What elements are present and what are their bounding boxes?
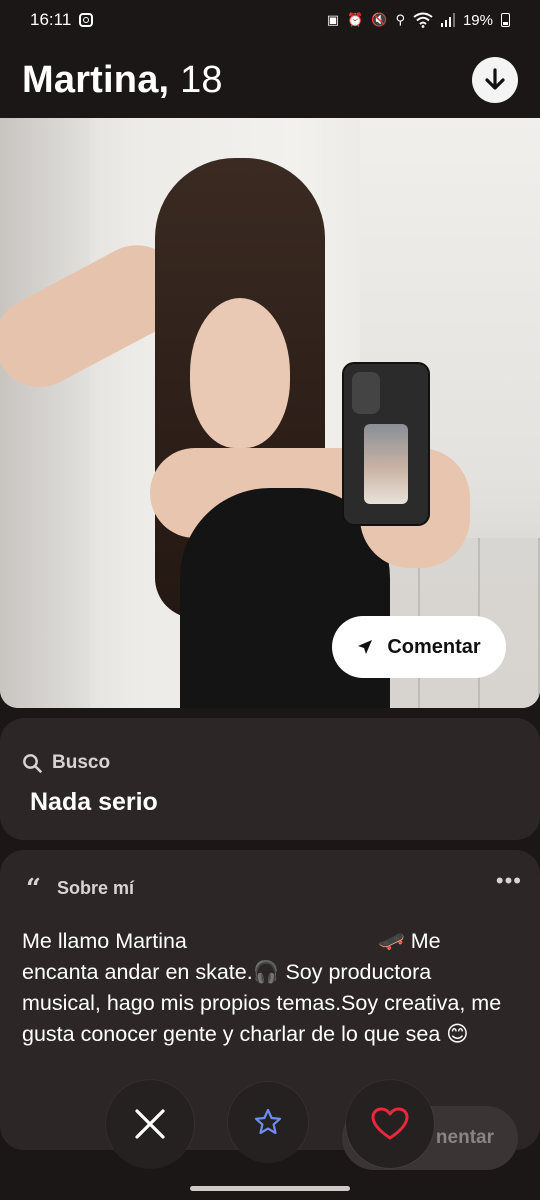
profile-header: Martina, 18 (0, 50, 540, 110)
quote-icon: “ (26, 873, 41, 904)
arrow-down-icon (485, 68, 505, 90)
looking-for-label: Busco (52, 752, 111, 773)
comment-button-label: Comentar (387, 635, 481, 658)
battery-icon (501, 13, 510, 27)
action-bar (0, 1080, 540, 1170)
photo-phone-camera (352, 372, 380, 414)
looking-for-value: Nada serio (30, 788, 158, 816)
mute-icon: 🔇 (371, 12, 388, 27)
alarm-icon: ⏰ (347, 12, 364, 27)
photo-face (190, 298, 290, 448)
pass-button[interactable] (106, 1080, 194, 1168)
profile-name-age: Martina, 18 (22, 59, 223, 102)
gesture-nav-handle[interactable] (190, 1186, 350, 1191)
battery-percent: 19% (462, 11, 493, 29)
location-icon: ⚲ (395, 12, 405, 27)
looking-for-card: Busco Nada serio (0, 718, 540, 840)
heart-icon (371, 1107, 409, 1140)
wifi-icon (413, 12, 433, 28)
about-me-text: Me llamo Martina 🛹 Me encanta andar en s… (22, 929, 508, 1046)
collapse-profile-button[interactable] (472, 57, 518, 103)
send-icon (358, 640, 373, 654)
photo-phone-sticker (364, 424, 408, 504)
like-button[interactable] (346, 1080, 434, 1168)
more-options-icon[interactable]: ••• (496, 868, 522, 894)
instagram-icon (79, 13, 94, 27)
about-me-label-row: “ Sobre mí (26, 873, 134, 904)
super-like-button[interactable] (228, 1082, 308, 1162)
profile-name: Martina, (22, 58, 170, 101)
close-icon (135, 1109, 165, 1139)
signal-icon (440, 13, 455, 27)
profile-photo[interactable]: Comentar (0, 118, 540, 708)
comment-button[interactable]: Comentar (332, 616, 506, 678)
status-bar: 16:11 ▣ ⏰ 🔇 ⚲ 19% (0, 0, 540, 40)
about-me-label: Sobre mí (56, 878, 134, 898)
photo-phone (342, 362, 430, 526)
clock: 16:11 (30, 10, 72, 29)
photo-door (0, 118, 90, 708)
profile-age: 18 (180, 58, 223, 101)
looking-for-label-row: Busco (22, 752, 110, 774)
star-icon (254, 1108, 282, 1135)
search-icon (23, 754, 42, 773)
battery-saver-icon: ▣ (326, 12, 340, 27)
